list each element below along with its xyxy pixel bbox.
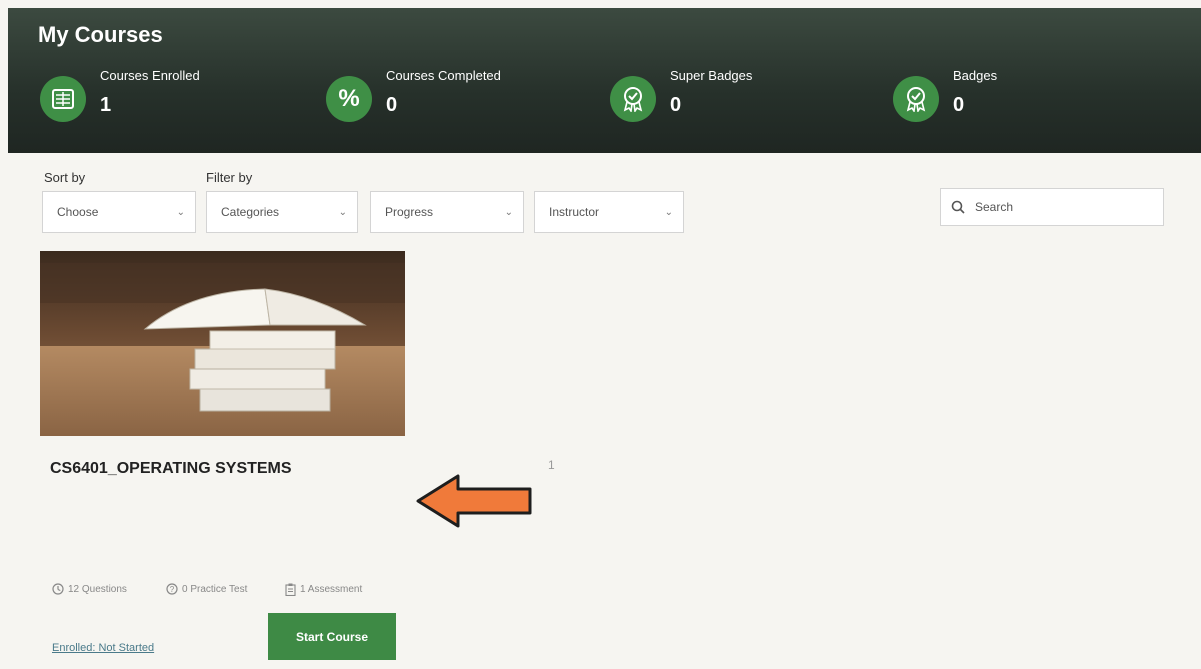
search-box[interactable] [940,188,1164,226]
percent-icon: % [326,76,372,122]
categories-select-value: Categories [221,205,280,219]
stray-mark: 1 [548,458,555,472]
stat-value: 0 [670,94,682,116]
start-course-button[interactable]: Start Course [268,613,396,660]
filter-label: Filter by [206,170,253,185]
award-icon [893,76,939,122]
clock-icon [52,583,64,595]
sort-label: Sort by [44,170,86,185]
progress-select-value: Progress [385,205,434,219]
stat-label: Courses Completed [386,68,501,83]
categories-select[interactable]: Categories ⌄ [206,191,358,233]
arrow-left-icon [416,474,532,528]
chevron-down-icon: ⌄ [338,206,347,218]
courses-header: My Courses Courses Enrolled 1 % Courses … [8,8,1201,153]
search-input[interactable] [973,199,1147,215]
enrollment-status-link[interactable]: Enrolled: Not Started [52,642,154,654]
practice-test-meta: ? 0 Practice Test [166,583,247,595]
clipboard-icon [285,583,296,596]
stat-value: 0 [386,94,398,116]
stat-label: Courses Enrolled [100,68,200,83]
question-icon: ? [166,583,178,595]
stat-value: 1 [100,94,112,116]
instructor-select-value: Instructor [549,205,600,219]
course-title[interactable]: CS6401_OPERATING SYSTEMS [50,460,292,478]
practice-test-count: 0 Practice Test [182,583,248,595]
instructor-select[interactable]: Instructor ⌄ [534,191,684,233]
award-icon [610,76,656,122]
sort-select-value: Choose [57,205,99,219]
chevron-down-icon: ⌄ [504,206,513,218]
progress-select[interactable]: Progress ⌄ [370,191,524,233]
stat-value: 0 [953,94,965,116]
chevron-down-icon: ⌄ [664,206,673,218]
page-title: My Courses [38,22,163,47]
questions-meta: 12 Questions [52,583,127,595]
search-icon [951,200,965,214]
assessment-meta: 1 Assessment [285,583,362,596]
svg-text:?: ? [170,585,175,594]
assessment-count: 1 Assessment [300,584,363,595]
stat-label: Super Badges [670,68,753,83]
ledger-icon [40,76,86,122]
sort-select[interactable]: Choose ⌄ [42,191,196,233]
chevron-down-icon: ⌄ [176,206,185,218]
questions-count: 12 Questions [68,583,127,595]
stat-label: Badges [953,68,998,83]
course-thumbnail[interactable] [40,251,405,436]
